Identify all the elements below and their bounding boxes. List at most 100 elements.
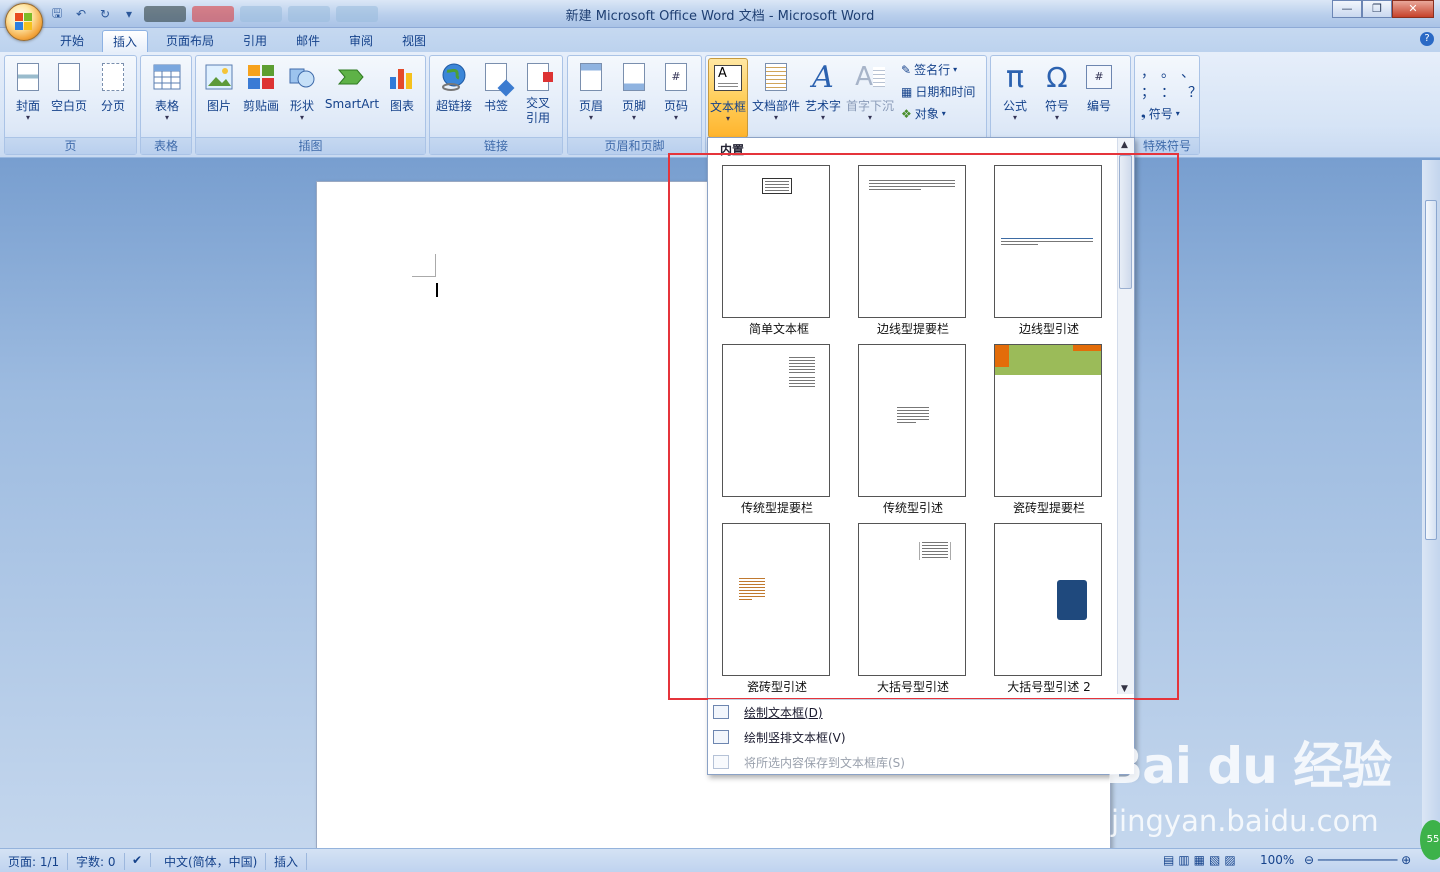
tab-mailings[interactable]: 邮件: [286, 30, 330, 52]
group-label: 链接: [430, 137, 562, 154]
equation-button[interactable]: π 公式 ▾: [995, 58, 1035, 122]
calendar-icon: ▦: [901, 84, 913, 99]
symbol-dot-icon: ❟: [1141, 106, 1146, 120]
tab-view[interactable]: 视图: [392, 30, 436, 52]
taskbar-thumb: [336, 6, 378, 22]
watermark-url: jingyan.baidu.com: [1111, 804, 1379, 838]
globe-icon: [438, 60, 470, 94]
shapes-button[interactable]: 形状 ▾: [284, 58, 320, 122]
special-symbols-row[interactable]: ；：？: [1141, 82, 1215, 102]
footer-icon: [618, 60, 650, 94]
hyperlink-button[interactable]: 超链接: [433, 58, 475, 114]
chart-button[interactable]: 图表: [384, 58, 420, 114]
wordart-icon: A: [812, 59, 834, 95]
undo-icon[interactable]: ↶: [72, 5, 90, 23]
quick-parts-icon: [760, 60, 792, 94]
table-icon: [151, 60, 183, 94]
cover-page-icon: [12, 60, 44, 94]
group-illustrations: 图片 剪贴画 形状 ▾ SmartArt 图表 插图: [195, 55, 426, 155]
group-label: 特殊符号: [1135, 137, 1199, 154]
group-label: 页: [5, 137, 136, 154]
notification-badge[interactable]: 55: [1420, 820, 1440, 860]
taskbar-thumb: [192, 6, 234, 22]
insert-mode[interactable]: 插入: [266, 853, 308, 870]
tab-home[interactable]: 开始: [50, 30, 94, 52]
text-box-button[interactable]: A 文本框 ▾: [708, 58, 748, 138]
scroll-up-icon[interactable]: ▲: [1121, 140, 1128, 150]
tab-page-layout[interactable]: 页面布局: [156, 30, 224, 52]
header-button[interactable]: 页眉 ▾: [571, 58, 611, 122]
smartart-icon: [336, 60, 368, 94]
signature-line-button[interactable]: ✎ 签名行 ▾: [901, 61, 957, 78]
window-controls: — ❐ ✕: [1332, 0, 1434, 18]
group-label: 页眉和页脚: [568, 137, 701, 154]
quick-parts-button[interactable]: 文档部件 ▾: [750, 58, 802, 122]
clip-art-icon: [245, 60, 277, 94]
taskbar-thumb: [240, 6, 282, 22]
cross-reference-button[interactable]: 交叉 引用: [518, 58, 558, 126]
redo-icon[interactable]: ↻: [96, 5, 114, 23]
office-logo-icon: [15, 13, 33, 31]
special-symbols-row[interactable]: ，。、: [1141, 62, 1208, 82]
word-count[interactable]: 字数: 0: [68, 853, 125, 870]
help-icon[interactable]: ?: [1420, 32, 1434, 46]
omega-icon: Ω: [1046, 60, 1068, 94]
table-button[interactable]: 表格 ▾: [145, 58, 189, 122]
status-bar: 页面: 1/1 字数: 0 ✔ 中文(简体，中国) 插入 ▤▥▦▧▨ 100% …: [0, 848, 1440, 872]
office-button[interactable]: [5, 3, 43, 41]
draw-text-box-item[interactable]: 绘制文本框(D): [710, 701, 1130, 723]
group-label: 插图: [196, 137, 425, 154]
group-header-footer: 页眉 ▾ 页脚 ▾ # 页码 ▾ 页眉和页脚: [567, 55, 702, 155]
page-break-icon: [97, 60, 129, 94]
highlight-box: [668, 153, 1179, 700]
page-break-button[interactable]: 分页: [93, 58, 133, 114]
footer-button[interactable]: 页脚 ▾: [614, 58, 654, 122]
chart-icon: [386, 60, 418, 94]
page-count[interactable]: 页面: 1/1: [0, 853, 69, 870]
wordart-button[interactable]: A 艺术字 ▾: [803, 58, 843, 122]
view-buttons[interactable]: ▤▥▦▧▨: [1155, 853, 1248, 867]
bookmark-icon: [480, 60, 515, 97]
scroll-thumb[interactable]: [1425, 200, 1437, 540]
object-icon: ❖: [901, 106, 912, 121]
margin-corner-mark: [412, 276, 436, 277]
page-number-button[interactable]: # 页码 ▾: [656, 58, 696, 122]
numbering-button[interactable]: # 编号: [1079, 58, 1119, 114]
save-to-gallery-icon: [713, 755, 729, 769]
tab-references[interactable]: 引用: [233, 30, 277, 52]
customize-qat-icon[interactable]: ▾: [120, 5, 138, 23]
blank-page-button[interactable]: 空白页: [49, 58, 89, 114]
save-selection-to-gallery-item: 将所选内容保存到文本框库(S): [710, 751, 1130, 773]
picture-button[interactable]: 图片: [199, 58, 239, 114]
watermark-brand: Bai du 经验: [1105, 737, 1392, 795]
zoom-level[interactable]: 100%: [1252, 853, 1302, 867]
special-symbol-button[interactable]: ❟ 符号 ▾: [1141, 105, 1180, 122]
picture-icon: [203, 60, 235, 94]
tab-insert[interactable]: 插入: [102, 30, 149, 52]
drop-cap-button[interactable]: A 首字下沉 ▾: [844, 58, 896, 122]
tab-review[interactable]: 审阅: [339, 30, 383, 52]
group-links: 超链接 书签 交叉 引用 链接: [429, 55, 563, 155]
shapes-icon: [286, 60, 318, 94]
taskbar-thumb: [144, 6, 186, 22]
draw-vertical-text-box-item[interactable]: 绘制竖排文本框(V): [710, 726, 1130, 748]
cover-page-button[interactable]: 封面 ▾: [9, 58, 47, 122]
minimize-button[interactable]: —: [1332, 0, 1362, 18]
draw-textbox-icon: [713, 705, 729, 719]
close-button[interactable]: ✕: [1392, 0, 1434, 18]
date-time-button[interactable]: ▦ 日期和时间: [901, 83, 975, 100]
page-number-icon: #: [660, 60, 692, 94]
maximize-button[interactable]: ❐: [1362, 0, 1392, 18]
smartart-button[interactable]: SmartArt: [324, 58, 380, 111]
symbol-button[interactable]: Ω 符号 ▾: [1037, 58, 1077, 122]
proofing-icon[interactable]: ✔: [124, 853, 152, 867]
draw-vertical-textbox-icon: [713, 730, 729, 744]
save-icon[interactable]: 🖫: [48, 5, 66, 23]
clip-art-button[interactable]: 剪贴画: [240, 58, 282, 114]
object-button[interactable]: ❖ 对象 ▾: [901, 105, 946, 122]
zoom-slider[interactable]: ⊖ ─────────── ⊕: [1296, 853, 1419, 867]
bookmark-button[interactable]: 书签: [478, 58, 515, 114]
gallery-divider: [708, 699, 1134, 700]
taskbar-thumb: [288, 6, 330, 22]
language-indicator[interactable]: 中文(简体，中国): [156, 853, 267, 870]
